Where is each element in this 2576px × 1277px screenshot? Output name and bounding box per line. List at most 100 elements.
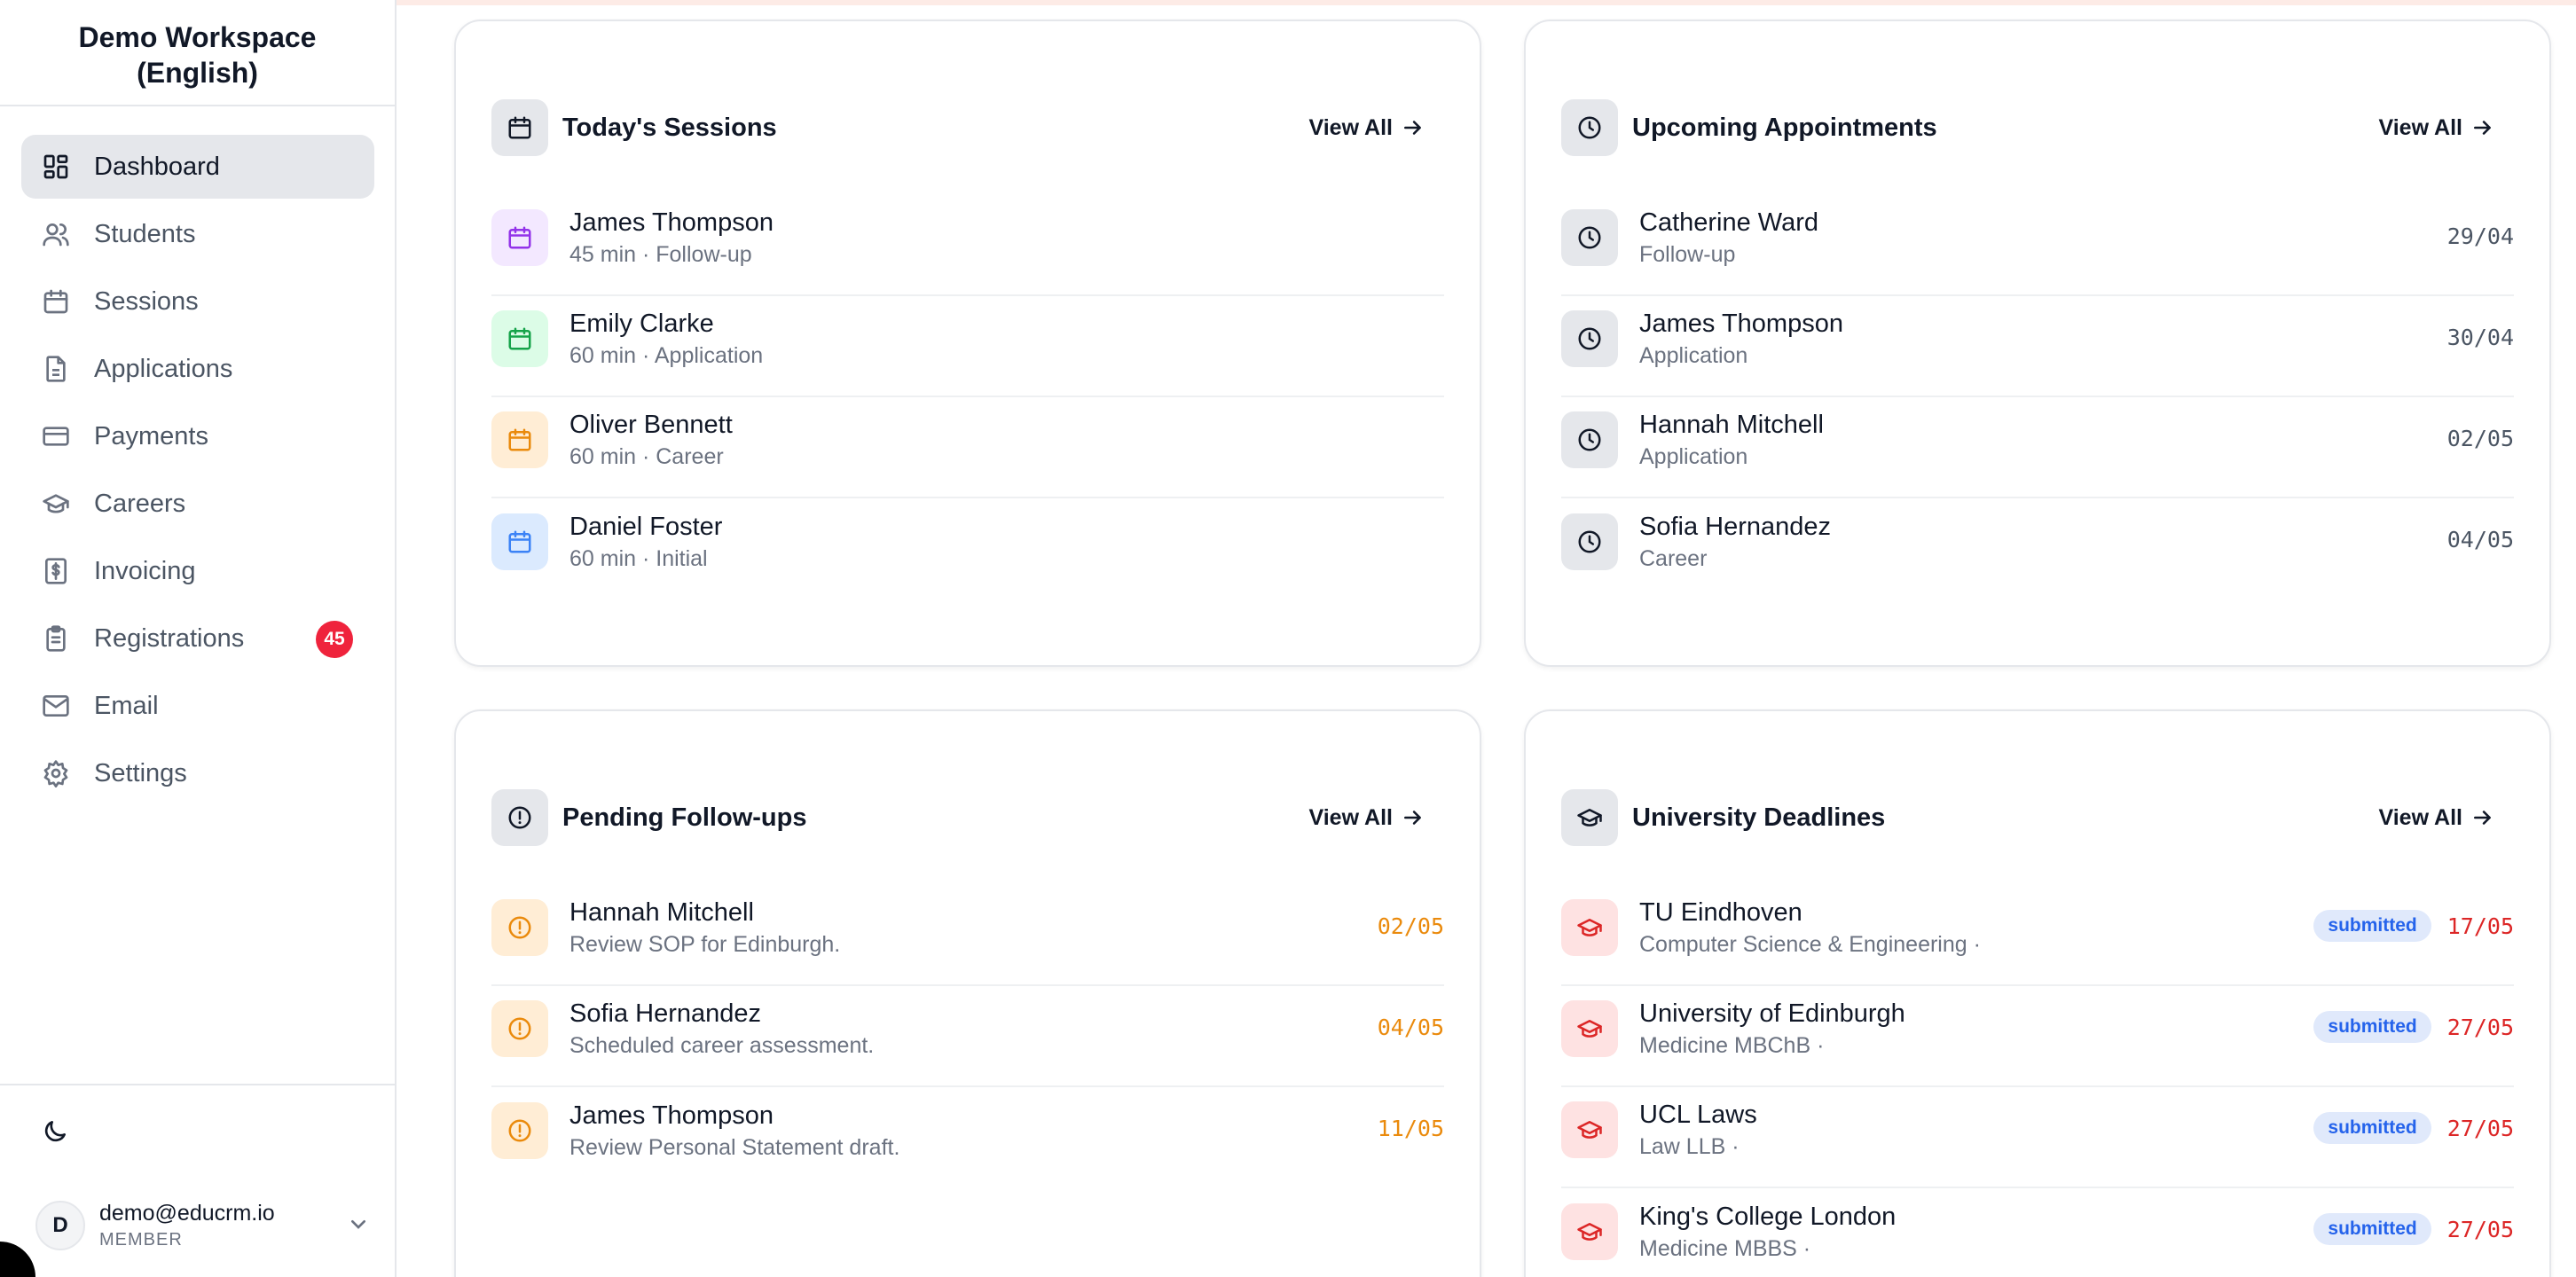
workspace-title[interactable]: Demo Workspace (English) [0, 0, 395, 106]
chevron-down-icon [344, 1210, 373, 1238]
list-item[interactable]: Sofia Hernandez Career 04/05 [1561, 498, 2514, 599]
followup-note: Scheduled career assessment. [569, 1033, 875, 1058]
sidebar-item-invoicing[interactable]: Invoicing [21, 539, 374, 603]
deadline-date: 27/05 [2446, 1014, 2514, 1040]
appointment-name: Hannah Mitchell [1639, 411, 1824, 439]
course-name: Law LLB · [1639, 1134, 1740, 1159]
appointment-name: James Thompson [1639, 309, 1843, 338]
dark-mode-toggle[interactable] [41, 1117, 76, 1153]
university-name: UCL Laws [1639, 1101, 1757, 1129]
workspace-language: (English) [137, 57, 258, 89]
sidebar-item-label: Students [94, 219, 196, 248]
workspace-name: Demo Workspace [78, 21, 317, 53]
list-item[interactable]: Oliver Bennett 60 min · Career [491, 397, 1444, 498]
list-item[interactable]: Catherine Ward Follow-up 29/04 [1561, 195, 2514, 296]
card-title: Pending Follow-ups [562, 803, 807, 832]
list-item[interactable]: Hannah Mitchell Application 02/05 [1561, 397, 2514, 498]
graduation-cap-icon [1561, 789, 1618, 846]
sidebar-item-email[interactable]: Email [21, 674, 374, 738]
appointment-name: Catherine Ward [1639, 208, 1819, 237]
view-all-button[interactable]: View All [1309, 800, 1425, 835]
arrow-right-icon [1402, 806, 1425, 829]
card-title: Today's Sessions [562, 113, 777, 142]
session-detail: 60 min · Career [569, 444, 724, 469]
list-item[interactable]: James Thompson 45 min · Follow-up [491, 195, 1444, 296]
list-item[interactable]: Daniel Foster 60 min · Initial [491, 498, 1444, 599]
list-item[interactable]: Hannah Mitchell Review SOP for Edinburgh.… [491, 885, 1444, 986]
session-name: Emily Clarke [569, 309, 714, 338]
sidebar-item-dashboard[interactable]: Dashboard [21, 135, 374, 199]
sidebar-item-label: Payments [94, 421, 208, 450]
sidebar: Demo Workspace (English) Dashboard Stude… [0, 0, 397, 1277]
list-item[interactable]: TU Eindhoven Computer Science & Engineeri… [1561, 885, 2514, 986]
sidebar-item-careers[interactable]: Careers [21, 472, 374, 536]
graduation-cap-icon [1561, 899, 1618, 956]
list-item[interactable]: James Thompson Application 30/04 [1561, 296, 2514, 397]
list-item[interactable]: James Thompson Review Personal Statement … [491, 1087, 1444, 1188]
sidebar-item-label: Email [94, 691, 159, 720]
graduation-cap-icon [1561, 1203, 1618, 1260]
view-all-button[interactable]: View All [1309, 110, 1425, 145]
deadline-date: 17/05 [2446, 913, 2514, 939]
list-item[interactable]: Sofia Hernandez Scheduled career assessme… [491, 986, 1444, 1087]
sidebar-item-label: Sessions [94, 286, 199, 316]
followup-note: Review Personal Statement draft. [569, 1135, 900, 1160]
card-title: University Deadlines [1632, 803, 1886, 832]
graduation-cap-icon [1561, 1101, 1618, 1158]
arrow-right-icon [1402, 116, 1425, 139]
sidebar-item-applications[interactable]: Applications [21, 337, 374, 401]
view-all-button[interactable]: View All [2379, 110, 2494, 145]
followup-name: Hannah Mitchell [569, 898, 754, 927]
sidebar-item-payments[interactable]: Payments [21, 404, 374, 468]
graduation-cap-icon [1561, 1000, 1618, 1057]
gear-icon [41, 758, 71, 788]
session-name: Oliver Bennett [569, 411, 733, 439]
list-item[interactable]: Emily Clarke 60 min · Application [491, 296, 1444, 397]
sidebar-item-registrations[interactable]: Registrations 45 [21, 607, 374, 670]
alert-circle-icon [491, 1102, 548, 1159]
alert-circle-icon [491, 789, 548, 846]
followup-name: Sofia Hernandez [569, 999, 762, 1028]
followup-date: 02/05 [1377, 913, 1444, 939]
appointment-date: 02/05 [2446, 426, 2514, 451]
card-title: Upcoming Appointments [1632, 113, 1937, 142]
university-name: King's College London [1639, 1203, 1897, 1231]
course-name: Medicine MBBS · [1639, 1236, 1811, 1261]
sidebar-item-students[interactable]: Students [21, 202, 374, 266]
credit-card-icon [41, 421, 71, 451]
appointment-type: Application [1639, 444, 1748, 469]
user-email: demo@educrm.io [99, 1201, 275, 1226]
mail-icon [41, 691, 71, 721]
list-item[interactable]: King's College London Medicine MBBS · sub… [1561, 1188, 2514, 1277]
sidebar-item-label: Dashboard [94, 152, 220, 181]
top-accent-line [396, 0, 2576, 5]
status-badge: submitted [2313, 1011, 2431, 1043]
university-name: University of Edinburgh [1639, 999, 1905, 1028]
session-detail: 60 min · Application [569, 343, 764, 368]
sidebar-item-settings[interactable]: Settings [21, 741, 374, 805]
followup-date: 04/05 [1377, 1015, 1444, 1040]
document-icon [41, 354, 71, 384]
dashboard-icon [41, 152, 71, 182]
calendar-icon [491, 310, 548, 367]
list-item[interactable]: University of Edinburgh Medicine MBChB · … [1561, 986, 2514, 1087]
list-item[interactable]: UCL Laws Law LLB · submitted 27/05 [1561, 1087, 2514, 1188]
avatar: D [35, 1201, 85, 1250]
alert-circle-icon [491, 899, 548, 956]
invoice-icon [41, 556, 71, 586]
appointment-type: Application [1639, 343, 1748, 368]
appointment-date: 29/04 [2446, 223, 2514, 249]
course-name: Medicine MBChB · [1639, 1033, 1825, 1058]
user-menu[interactable]: D demo@educrm.io MEMBER [35, 1188, 373, 1263]
calendar-icon [491, 411, 548, 468]
status-badge: submitted [2313, 910, 2431, 942]
appointment-name: Sofia Hernandez [1639, 513, 1832, 541]
university-deadlines-card: University Deadlines View All TU Eindhov… [1524, 709, 2551, 1277]
session-name: James Thompson [569, 208, 774, 237]
view-all-button[interactable]: View All [2379, 800, 2494, 835]
upcoming-appointments-card: Upcoming Appointments View All Catherine… [1524, 20, 2551, 667]
clipboard-icon [41, 623, 71, 654]
sidebar-item-sessions[interactable]: Sessions [21, 270, 374, 333]
session-detail: 45 min · Follow-up [569, 242, 752, 267]
clock-icon [1561, 513, 1618, 570]
